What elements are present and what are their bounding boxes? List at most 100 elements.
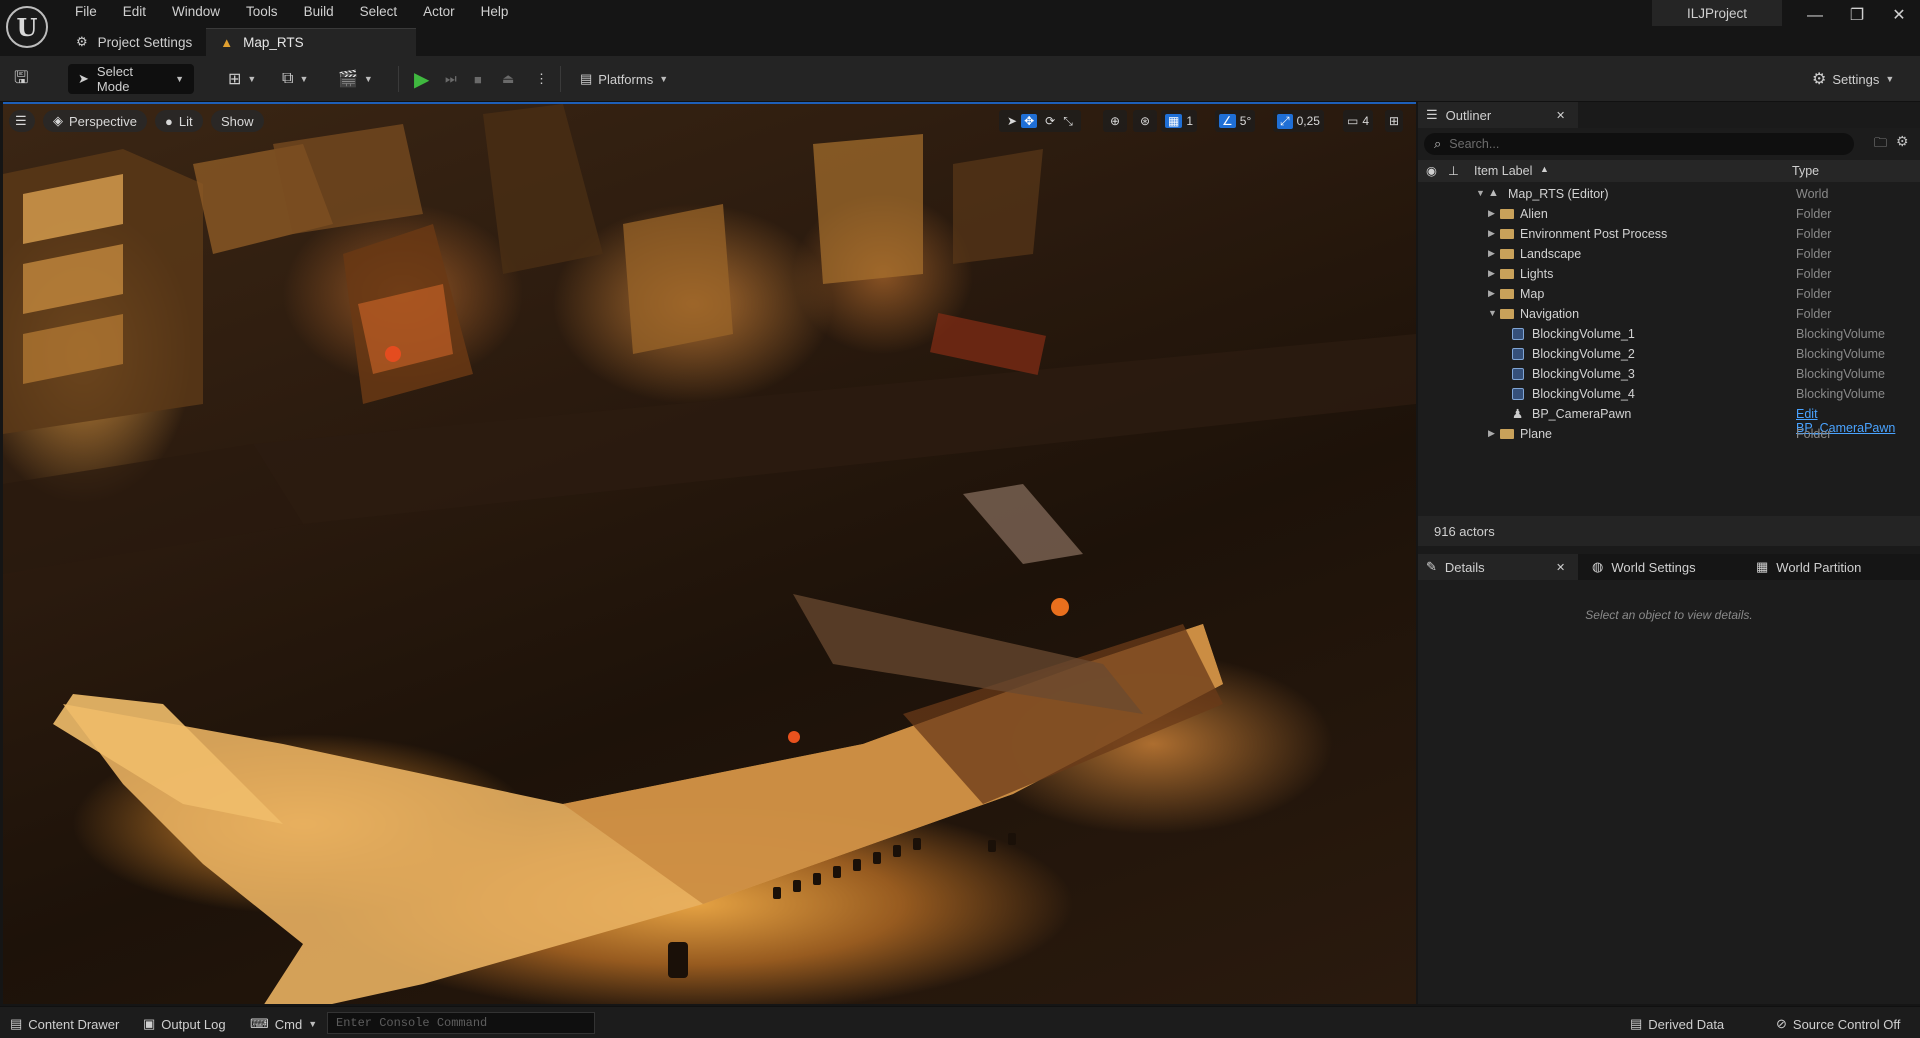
outliner-item-label: Navigation <box>1520 307 1580 321</box>
world-partition-icon: ▦ <box>1756 559 1769 574</box>
add-actor-button[interactable]: ⊞ ▼ <box>228 64 256 94</box>
lit-button[interactable]: ● Lit <box>155 110 203 132</box>
save-icon[interactable]: 🖫 <box>14 64 28 94</box>
tab-map-rts[interactable]: ▲ Map_RTS <box>206 28 417 56</box>
unreal-logo-icon[interactable]: U <box>6 6 48 48</box>
add-folder-icon[interactable]: 🗀 <box>1874 134 1887 156</box>
perspective-button[interactable]: ◈ Perspective <box>43 110 147 132</box>
gear-icon[interactable]: ⚙ <box>1896 133 1909 150</box>
toolbar-divider <box>398 66 399 92</box>
output-log-button[interactable]: ▣ Output Log <box>143 1014 226 1034</box>
derived-data-button[interactable]: ▤ Derived Data <box>1630 1014 1724 1034</box>
folder-icon <box>1500 249 1514 259</box>
restore-icon[interactable]: ❐ <box>1842 4 1872 28</box>
surface-snapping-toggle[interactable]: ⊛ <box>1133 110 1158 132</box>
rotation-snap-control[interactable]: ∠ 5° <box>1215 110 1256 132</box>
menu-edit[interactable]: Edit <box>110 0 159 24</box>
world-local-toggle[interactable]: ⊕ <box>1103 110 1128 132</box>
column-item-label[interactable]: Item Label <box>1474 164 1532 178</box>
show-button[interactable]: Show <box>211 110 264 132</box>
title-bar: U File Edit Window Tools Build Select Ac… <box>0 0 1920 56</box>
outliner-row[interactable]: ▶ Landscape Folder <box>1418 244 1920 264</box>
chevron-right-icon[interactable]: ▶ <box>1488 248 1495 259</box>
transform-tools: ➤ ✥ ⟳ ⤡ <box>999 110 1081 132</box>
tab-world-settings[interactable]: ◍ World Settings <box>1584 554 1744 580</box>
close-icon[interactable]: ✕ <box>1556 109 1565 122</box>
chevron-right-icon[interactable]: ▶ <box>1488 208 1495 219</box>
tab-details[interactable]: ✎ Details ✕ <box>1418 554 1578 580</box>
level-icon: ▲ <box>220 35 234 50</box>
close-icon[interactable]: ✕ <box>1556 561 1565 574</box>
outliner-row[interactable]: ▶ Environment Post Process Folder <box>1418 224 1920 244</box>
outliner-row[interactable]: BlockingVolume_4 BlockingVolume <box>1418 384 1920 404</box>
outliner-row[interactable]: ▶ Map Folder <box>1418 284 1920 304</box>
close-icon[interactable]: ✕ <box>1884 4 1914 28</box>
play-button[interactable]: ▶ <box>414 64 429 94</box>
tab-world-partition[interactable]: ▦ World Partition <box>1748 554 1918 580</box>
outliner-row[interactable]: ▼ ▲ Map_RTS (Editor) World <box>1418 184 1920 204</box>
content-drawer-button[interactable]: ▤ Content Drawer <box>10 1014 119 1034</box>
stop-button[interactable]: ■ <box>474 64 482 94</box>
platforms-button[interactable]: ▤ Platforms ▼ <box>580 64 668 94</box>
viewport-menu-button[interactable]: ☰ <box>9 110 35 132</box>
globe-icon: ⊕ <box>1110 114 1121 128</box>
menu-window[interactable]: Window <box>159 0 233 24</box>
camera-speed-control[interactable]: ▭ 4 <box>1343 110 1374 132</box>
scale-snap-control[interactable]: ⤢ 0,25 <box>1273 110 1324 132</box>
select-mode-dropdown[interactable]: ➤ Select Mode ▼ <box>68 64 194 94</box>
outliner-search[interactable]: ⌕ <box>1424 133 1854 155</box>
search-input[interactable] <box>1449 137 1830 151</box>
menu-build[interactable]: Build <box>291 0 347 24</box>
document-tabs: ⚙ Project Settings ▲ Map_RTS <box>62 28 417 56</box>
visibility-eye-icon[interactable]: ◉ <box>1426 163 1437 178</box>
blueprint-button[interactable]: ⧉ ▼ <box>282 64 308 94</box>
eject-button[interactable]: ⏏ <box>502 64 514 94</box>
grid-snap-control[interactable]: ▦ 1 <box>1161 110 1198 132</box>
source-control-button[interactable]: ⊘ Source Control Off <box>1776 1014 1900 1034</box>
outliner-item-label: BlockingVolume_2 <box>1532 347 1635 361</box>
output-log-icon: ▣ <box>143 1016 156 1031</box>
select-cursor-icon[interactable]: ➤ <box>1007 114 1017 128</box>
outliner-row[interactable]: ▶ Lights Folder <box>1418 264 1920 284</box>
chevron-right-icon[interactable]: ▶ <box>1488 268 1495 279</box>
minimize-icon[interactable]: — <box>1800 4 1830 28</box>
outliner-row[interactable]: BlockingVolume_2 BlockingVolume <box>1418 344 1920 364</box>
chevron-down-icon[interactable]: ▼ <box>1488 308 1497 318</box>
console-input[interactable] <box>328 1013 594 1033</box>
outliner-row[interactable]: ▼ Navigation Folder <box>1418 304 1920 324</box>
menu-file[interactable]: File <box>62 0 110 24</box>
outliner-row[interactable]: ▶ Plane Folder <box>1418 424 1920 444</box>
menu-tools[interactable]: Tools <box>233 0 291 24</box>
outliner-row[interactable]: BlockingVolume_1 BlockingVolume <box>1418 324 1920 344</box>
chevron-right-icon[interactable]: ▶ <box>1488 228 1495 239</box>
menu-actor[interactable]: Actor <box>410 0 468 24</box>
rotate-icon[interactable]: ⟳ <box>1045 114 1055 128</box>
column-type[interactable]: Type <box>1792 164 1819 178</box>
cmd-dropdown[interactable]: ⌨ Cmd ▼ <box>250 1014 317 1034</box>
scale-icon[interactable]: ⤡ <box>1063 114 1073 129</box>
advance-frame-button[interactable]: ⏭ <box>445 64 457 94</box>
outliner-row[interactable]: ♟ BP_CameraPawn Edit BP_CameraPawn <box>1418 404 1920 435</box>
cinematics-button[interactable]: 🎬 ▼ <box>338 64 373 94</box>
gear-icon: ⚙ <box>1812 71 1827 88</box>
level-viewport[interactable]: ☰ ◈ Perspective ● Lit Show ➤ ✥ ⟳ ⤡ ⊕ ⊛ ▦… <box>3 102 1416 1004</box>
folder-icon <box>1500 269 1514 279</box>
outliner-row[interactable]: BlockingVolume_3 BlockingVolume <box>1418 364 1920 384</box>
settings-button[interactable]: ⚙ Settings ▼ <box>1812 64 1894 94</box>
chevron-down-icon[interactable]: ▼ <box>1476 188 1485 198</box>
menu-select[interactable]: Select <box>347 0 411 24</box>
outliner-item-type: Folder <box>1796 207 1832 221</box>
translate-icon[interactable]: ✥ <box>1021 114 1038 128</box>
lit-sphere-icon: ● <box>165 113 173 129</box>
play-options-button[interactable]: ⋮ <box>535 64 548 94</box>
project-name[interactable]: ILJProject <box>1652 0 1782 26</box>
menu-help[interactable]: Help <box>468 0 522 24</box>
viewport-layout-button[interactable]: ⊞ <box>1385 110 1404 132</box>
chevron-right-icon[interactable]: ▶ <box>1488 428 1495 439</box>
outliner-row[interactable]: ▶ Alien Folder <box>1418 204 1920 224</box>
chevron-right-icon[interactable]: ▶ <box>1488 288 1495 299</box>
tab-project-settings[interactable]: ⚙ Project Settings <box>62 28 206 56</box>
console-command-field[interactable] <box>327 1012 595 1034</box>
pin-icon[interactable]: ⊥ <box>1448 163 1459 178</box>
tab-outliner[interactable]: ☰ Outliner ✕ <box>1418 102 1578 128</box>
